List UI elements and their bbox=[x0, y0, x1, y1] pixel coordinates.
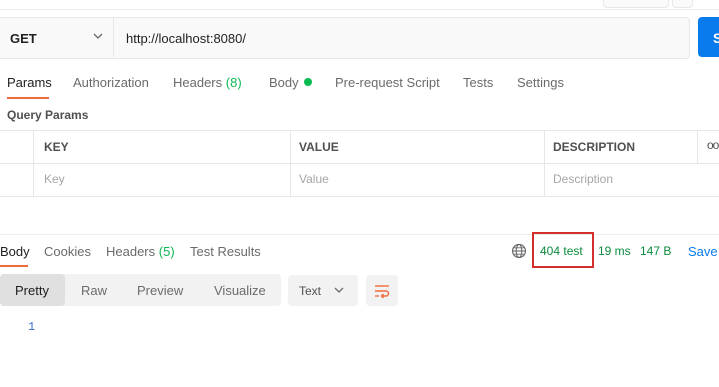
tab-tests[interactable]: Tests bbox=[463, 75, 493, 90]
tab-body[interactable]: Body bbox=[269, 75, 312, 90]
response-tab-test-results[interactable]: Test Results bbox=[190, 244, 261, 259]
response-tab-headers[interactable]: Headers (5) bbox=[106, 244, 175, 259]
column-header-description: DESCRIPTION bbox=[553, 140, 636, 154]
top-divider bbox=[0, 9, 719, 10]
table-col-divider bbox=[33, 130, 34, 196]
table-col-divider bbox=[290, 130, 291, 196]
tab-body-label: Body bbox=[269, 75, 299, 90]
response-time[interactable]: 19 ms bbox=[598, 244, 631, 258]
chevron-down-icon[interactable] bbox=[92, 30, 104, 42]
globe-icon[interactable] bbox=[511, 243, 527, 259]
table-border-mid bbox=[0, 163, 719, 164]
column-header-value: VALUE bbox=[299, 140, 339, 154]
response-tab-headers-label: Headers bbox=[106, 244, 156, 259]
wrap-lines-icon[interactable] bbox=[373, 282, 391, 300]
tab-headers[interactable]: Headers (8) bbox=[173, 75, 242, 90]
url-input[interactable]: http://localhost:8080/ bbox=[126, 31, 246, 46]
key-input[interactable]: Key bbox=[44, 172, 65, 186]
response-tab-cookies[interactable]: Cookies bbox=[44, 244, 91, 259]
save-response-button[interactable]: Save bbox=[688, 244, 718, 259]
description-input[interactable]: Description bbox=[553, 172, 613, 186]
send-button-label[interactable]: S bbox=[713, 30, 719, 46]
response-tab-body[interactable]: Body bbox=[0, 244, 30, 259]
view-mode-visualize[interactable]: Visualize bbox=[214, 283, 266, 298]
table-col-divider bbox=[697, 130, 698, 163]
tab-pre-request-script[interactable]: Pre-request Script bbox=[335, 75, 440, 90]
column-header-key: KEY bbox=[44, 140, 69, 154]
more-options-icon[interactable]: ooo bbox=[707, 138, 719, 152]
table-border-top bbox=[0, 130, 719, 131]
response-divider bbox=[0, 234, 719, 235]
table-col-divider bbox=[544, 130, 545, 196]
tab-headers-count: (8) bbox=[225, 75, 242, 90]
tab-settings[interactable]: Settings bbox=[517, 75, 564, 90]
line-number: 1 bbox=[28, 320, 36, 334]
view-mode-raw[interactable]: Raw bbox=[81, 283, 107, 298]
format-select-label[interactable]: Text bbox=[299, 284, 321, 298]
body-status-dot bbox=[303, 78, 312, 86]
tab-authorization[interactable]: Authorization bbox=[73, 75, 149, 90]
tab-params[interactable]: Params bbox=[7, 75, 52, 90]
top-button-small[interactable] bbox=[672, 0, 693, 8]
tab-headers-label: Headers bbox=[173, 75, 223, 90]
value-input[interactable]: Value bbox=[299, 172, 329, 186]
response-tab-headers-count: (5) bbox=[158, 244, 175, 259]
view-mode-pretty[interactable]: Pretty bbox=[15, 283, 49, 298]
active-tab-indicator bbox=[7, 97, 49, 99]
response-active-tab-indicator bbox=[0, 265, 28, 267]
table-border-bottom bbox=[0, 196, 719, 197]
response-size[interactable]: 147 B bbox=[640, 244, 671, 258]
view-mode-preview[interactable]: Preview bbox=[137, 283, 183, 298]
chevron-down-icon[interactable] bbox=[333, 284, 345, 296]
top-button[interactable] bbox=[603, 0, 669, 8]
method-label[interactable]: GET bbox=[10, 31, 37, 46]
query-params-title: Query Params bbox=[7, 108, 89, 122]
response-status[interactable]: 404 test bbox=[540, 244, 583, 258]
